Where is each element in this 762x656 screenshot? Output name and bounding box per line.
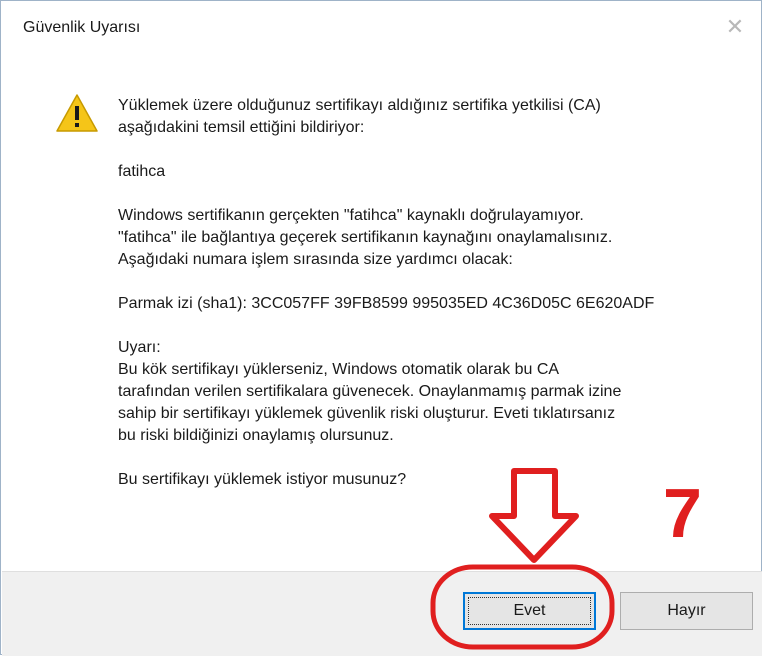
warning-line: bu riski bildiğinizi onaylamış olursunuz… — [118, 427, 394, 444]
warning-icon — [56, 94, 98, 132]
message-line: Yüklemek üzere olduğunuz sertifikayı ald… — [118, 97, 601, 114]
message-line: Windows sertifikanın gerçekten "fatihca"… — [118, 207, 584, 224]
warning-line: tarafından verilen sertifikalara güvenec… — [118, 383, 622, 400]
warning-line: Bu kök sertifikayı yüklerseniz, Windows … — [118, 361, 560, 378]
issuer-name: fatihca — [118, 163, 166, 180]
no-button-label: Hayır — [667, 602, 706, 619]
close-icon[interactable]: ✕ — [723, 15, 747, 39]
no-button[interactable]: Hayır — [620, 592, 753, 630]
thumbprint-text: Parmak izi (sha1): 3CC057FF 39FB8599 995… — [118, 295, 655, 312]
message-line: "fatihca" ile bağlantıya geçerek sertifi… — [118, 229, 613, 246]
title-bar: Güvenlik Uyarısı ✕ — [1, 1, 761, 57]
message-line: aşağıdakini temsil ettiğini bildiriyor: — [118, 119, 365, 136]
step-number-annotation: 7 — [663, 474, 702, 552]
dialog-title: Güvenlik Uyarısı — [23, 19, 141, 36]
warning-line: sahip bir sertifikayı yüklemek güvenlik … — [118, 405, 616, 422]
yes-button[interactable]: Evet — [463, 592, 596, 630]
security-warning-dialog: Güvenlik Uyarısı ✕ Yüklemek üzere olduğu… — [0, 0, 762, 656]
message-line: Aşağıdaki numara işlem sırasında size ya… — [118, 251, 513, 268]
message-body: Yüklemek üzere olduğunuz sertifikayı ald… — [118, 95, 728, 491]
yes-button-label: Evet — [513, 602, 546, 619]
question-text: Bu sertifikayı yüklemek istiyor musunuz? — [118, 471, 407, 488]
warning-heading: Uyarı: — [118, 339, 161, 356]
